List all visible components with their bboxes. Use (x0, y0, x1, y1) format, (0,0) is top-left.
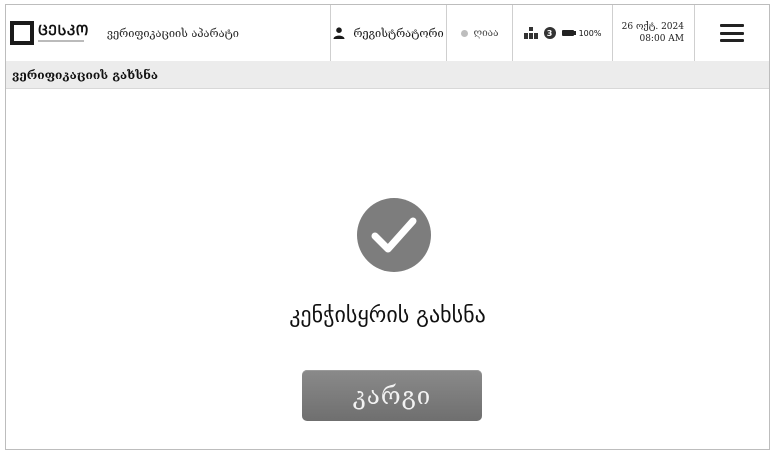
user-icon (333, 27, 345, 39)
main-content: კენჭისყრის გახსნა კარგი (6, 89, 769, 449)
page-header: ვერიფიკაციის გახსნა (6, 61, 769, 89)
logo-icon (10, 21, 34, 45)
network-icon (523, 27, 538, 39)
confirmation-message: კენჭისყრის გახსნა (289, 303, 486, 328)
system-indicators: 3 100% (513, 5, 613, 61)
battery-label: 100% (578, 28, 602, 38)
ok-button[interactable]: კარგი (302, 370, 482, 421)
checkmark-icon (357, 198, 431, 272)
user-role-label: რეგისტრატორი (353, 26, 444, 40)
battery-indicator: 100% (561, 28, 602, 38)
menu-icon[interactable] (720, 24, 744, 42)
menu-section (695, 5, 769, 61)
logo-text: ᲪᲔᲡᲙᲝ (38, 23, 89, 39)
page-title: ვერიფიკაციის გახსნა (12, 67, 159, 82)
brand-section: ᲪᲔᲡᲙᲝ ვერიფიკაციის აპარატი (6, 5, 331, 61)
device-screen: ᲪᲔᲡᲙᲝ ვერიფიკაციის აპარატი რეგისტრატორი … (5, 4, 770, 450)
datetime-section: 26 ოქტ. 2024 08:00 AM (613, 5, 695, 61)
user-section: რეგისტრატორი (331, 5, 447, 61)
logo-subtitle-line (38, 40, 84, 42)
ok-button-label: კარგი (352, 381, 432, 410)
status-label: ღიაა (473, 27, 499, 39)
logo: ᲪᲔᲡᲙᲝ (10, 21, 89, 45)
queue-count-badge: 3 (543, 27, 556, 39)
app-title: ვერიფიკაციის აპარატი (106, 26, 239, 40)
top-bar: ᲪᲔᲡᲙᲝ ვერიფიკაციის აპარატი რეგისტრატორი … (6, 5, 769, 62)
battery-icon (561, 30, 574, 36)
time-label: 08:00 AM (639, 34, 684, 44)
status-dot-icon (460, 29, 468, 37)
status-section: ღიაა (447, 5, 513, 61)
date-label: 26 ოქტ. 2024 (621, 22, 684, 32)
